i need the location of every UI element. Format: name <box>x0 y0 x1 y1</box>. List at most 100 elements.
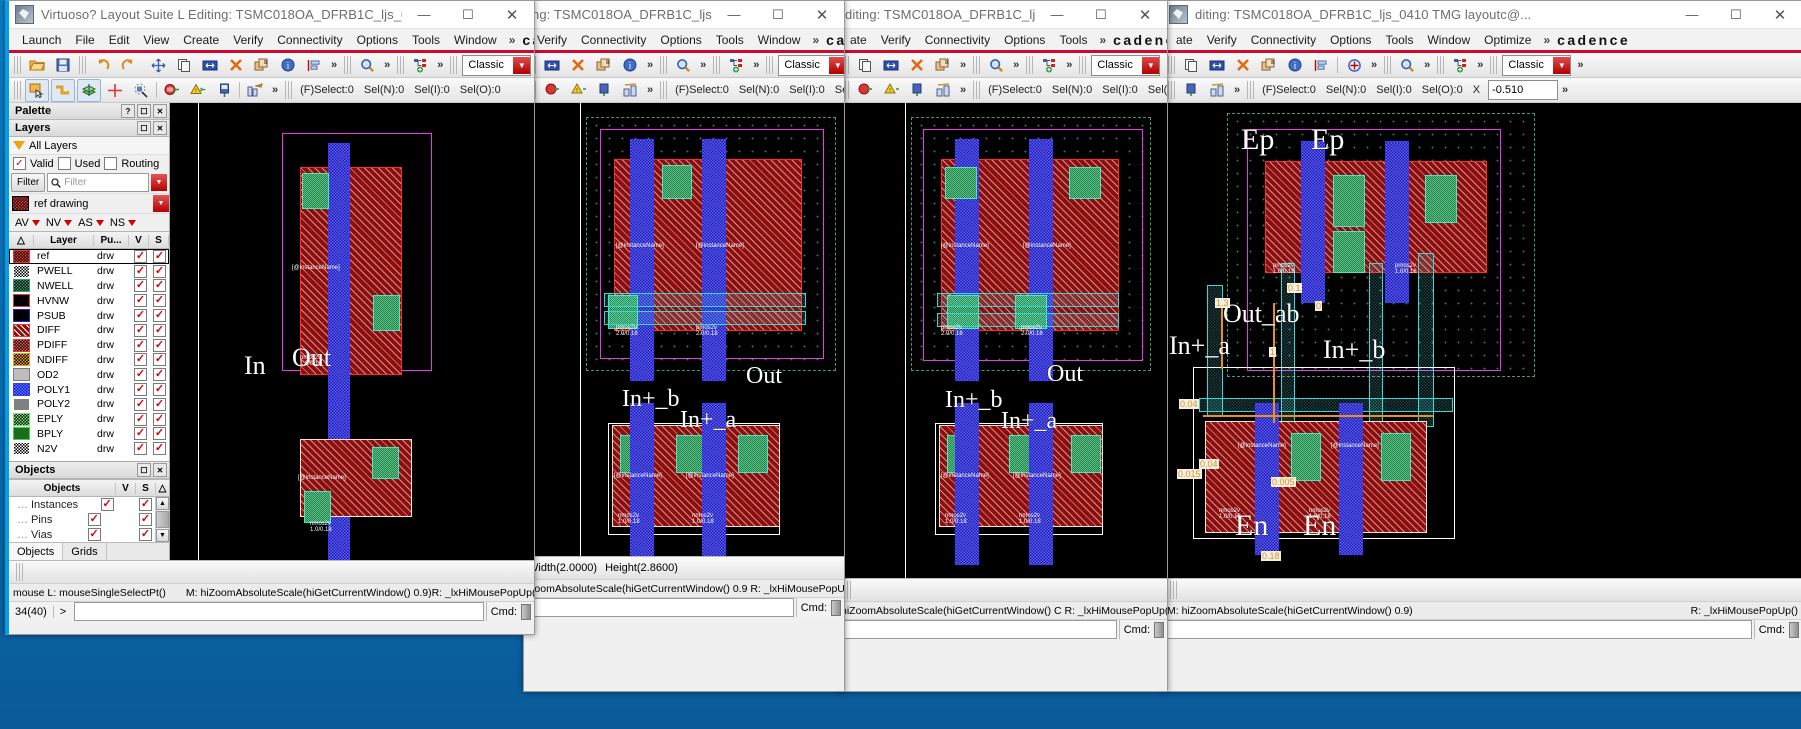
reconnect-icon[interactable] <box>1342 54 1366 77</box>
filter-input[interactable]: Filter <box>47 173 149 192</box>
layer-selectable-checkbox[interactable]: ✓ <box>150 427 169 441</box>
layer-visible-checkbox[interactable]: ✓ <box>131 412 150 426</box>
menu-file[interactable]: File <box>68 31 101 49</box>
object-selectable-checkbox[interactable]: ✓ <box>136 498 155 511</box>
layer-row[interactable]: ref drw ✓ ✓ <box>9 249 169 264</box>
maximize-button-nor[interactable]: ☐ <box>1079 1 1123 28</box>
undo-icon[interactable] <box>90 54 114 77</box>
menubar-nand[interactable]: Verify Connectivity Options Tools Window… <box>524 29 844 53</box>
layer-visible-checkbox[interactable]: ✓ <box>131 442 150 456</box>
col-layer[interactable]: Layer <box>34 234 94 246</box>
object-row[interactable]: … Vias ✓ ✓ <box>9 527 155 542</box>
command-input-inv[interactable] <box>74 602 484 621</box>
chevron-down-icon[interactable]: ▼ <box>1142 56 1160 74</box>
toolbar-grip[interactable] <box>1247 81 1255 99</box>
toolbar-main-nor[interactable]: R » » » Classic ▼ » <box>837 53 1167 78</box>
used-checkbox[interactable] <box>57 157 71 170</box>
toolbar-grip[interactable] <box>973 56 981 74</box>
pin-icon[interactable] <box>592 79 616 102</box>
toolbar-grip[interactable] <box>1168 81 1175 99</box>
resize-grip-nor[interactable] <box>1154 621 1164 638</box>
menu-verify[interactable]: Verify <box>1200 31 1244 49</box>
status-command-nand[interactable]: Cmd: <box>524 597 844 617</box>
toolbar-overflow-2[interactable]: » <box>1420 59 1434 71</box>
layer-selectable-checkbox[interactable]: ✓ <box>150 397 169 411</box>
select-arrow-icon[interactable] <box>25 78 49 102</box>
layer-selectable-checkbox[interactable]: ✓ <box>150 294 169 308</box>
scroll-thumb[interactable] <box>156 511 169 528</box>
minimize-button-tmg[interactable]: — <box>1670 1 1714 28</box>
col-objects[interactable]: Objects <box>9 482 116 494</box>
resize-grip-tmg[interactable] <box>1789 621 1799 638</box>
measure-icon[interactable] <box>618 79 642 102</box>
toolbar-overflow-2[interactable]: » <box>696 59 710 71</box>
routing-checkbox[interactable] <box>104 157 118 170</box>
status-command-inv[interactable]: 34(40) > Cmd: <box>9 601 534 621</box>
toolbar-overflow-4[interactable]: » <box>1162 59 1167 71</box>
delete-icon[interactable] <box>566 54 590 77</box>
filter-dropdown-icon[interactable]: ▼ <box>151 174 167 191</box>
style-combo-inv[interactable]: Classic ▼ <box>462 54 532 76</box>
status-toolbar-nor[interactable] <box>837 579 1167 601</box>
objects-header[interactable]: Objects ☐ ✕ <box>9 462 169 479</box>
object-row[interactable]: … Instances ✓ ✓ <box>9 497 155 512</box>
dock-icon[interactable]: ☐ <box>137 463 151 477</box>
layer-visible-checkbox[interactable]: ✓ <box>131 383 150 397</box>
layers-header[interactable]: Layers ☐ ✕ <box>9 120 169 137</box>
toolbar-grip[interactable] <box>1490 56 1498 74</box>
command-input-tmg[interactable] <box>1165 620 1752 639</box>
maximize-button-tmg[interactable]: ☐ <box>1714 1 1758 28</box>
status-command-tmg[interactable]: Cmd: <box>1163 619 1801 639</box>
toolbar-secondary-tmg[interactable]: » (F)Select:0 Sel(N):0 Sel(I):0 Sel(O):0… <box>1163 78 1801 103</box>
copy-icon[interactable] <box>172 54 196 77</box>
menu-ate[interactable]: ate <box>843 31 874 49</box>
layer-selectable-checkbox[interactable]: ✓ <box>150 383 169 397</box>
stretch-icon[interactable] <box>879 54 903 77</box>
layer-visible-checkbox[interactable]: ✓ <box>131 249 150 263</box>
window-inv[interactable]: Virtuoso? Layout Suite L Editing: TSMC01… <box>5 0 535 635</box>
toolbar-grip[interactable] <box>79 56 86 74</box>
probe-icon[interactable] <box>129 79 153 102</box>
object-row[interactable]: … Pins ✓ ✓ <box>9 512 155 527</box>
menu-optimize[interactable]: Optimize <box>1477 31 1538 49</box>
toolbar-secondary-nor[interactable]: ! » (F)Select:0 Sel(N):0 Sel(I):0 Sel(O)… <box>837 78 1167 103</box>
info-icon[interactable]: i <box>276 54 300 77</box>
tab-objects[interactable]: Objects <box>9 543 64 560</box>
menu-tools[interactable]: Tools <box>709 31 751 49</box>
measure-icon[interactable] <box>1205 79 1229 102</box>
layer-selectable-checkbox[interactable]: ✓ <box>150 323 169 337</box>
menu-options[interactable]: Options <box>653 31 708 49</box>
align-icon[interactable] <box>1309 54 1333 77</box>
chevron-down-icon[interactable]: ▼ <box>829 56 844 74</box>
layer-visible-checkbox[interactable]: ✓ <box>131 323 150 337</box>
menu-verify[interactable]: Verify <box>530 31 574 49</box>
ruler-icon[interactable] <box>103 79 127 102</box>
layer-selectable-checkbox[interactable]: ✓ <box>150 412 169 426</box>
layer-row[interactable]: NWELL drw ✓ ✓ <box>9 278 169 294</box>
zoom-icon[interactable] <box>1395 54 1419 77</box>
toolbar-grip[interactable] <box>397 56 405 74</box>
filter-button[interactable]: Filter <box>11 173 46 192</box>
close-icon[interactable]: ✕ <box>153 463 167 477</box>
close-icon[interactable]: ✕ <box>153 104 167 118</box>
toolbar-overflow-5[interactable]: » <box>268 84 282 96</box>
col-selectable[interactable]: S <box>149 234 169 246</box>
menu-verify[interactable]: Verify <box>226 31 270 49</box>
current-layer-dropdown-icon[interactable]: ▼ <box>153 195 169 212</box>
layer-selectable-checkbox[interactable]: ✓ <box>150 368 169 382</box>
minimize-button-inv[interactable]: — <box>402 1 446 28</box>
zoom-icon[interactable] <box>355 54 379 77</box>
layer-visible-checkbox[interactable]: ✓ <box>131 309 150 323</box>
toolbar-grip[interactable] <box>1437 56 1445 74</box>
layer-row[interactable]: PSUB drw ✓ ✓ <box>9 308 169 323</box>
move-icon[interactable] <box>146 54 170 77</box>
layer-visible-checkbox[interactable]: ✓ <box>131 279 150 293</box>
menu-connectivity[interactable]: Connectivity <box>270 31 349 49</box>
palette-tabbar[interactable]: Objects Grids <box>9 542 169 560</box>
copy-icon[interactable] <box>1179 54 1203 77</box>
col-purpose[interactable]: Pu... <box>94 234 129 246</box>
layout-canvas-tmg[interactable]: Ep Ep Out_ab In+_a In+_b En En pmos2v 1.0… <box>1163 103 1801 578</box>
dock-icon[interactable]: ☐ <box>137 121 151 135</box>
layout-canvas-inv[interactable]: Out In [@instanceName] pmos2v 1.0/0.18 [@… <box>170 103 534 560</box>
layer-visible-checkbox[interactable]: ✓ <box>131 353 150 367</box>
